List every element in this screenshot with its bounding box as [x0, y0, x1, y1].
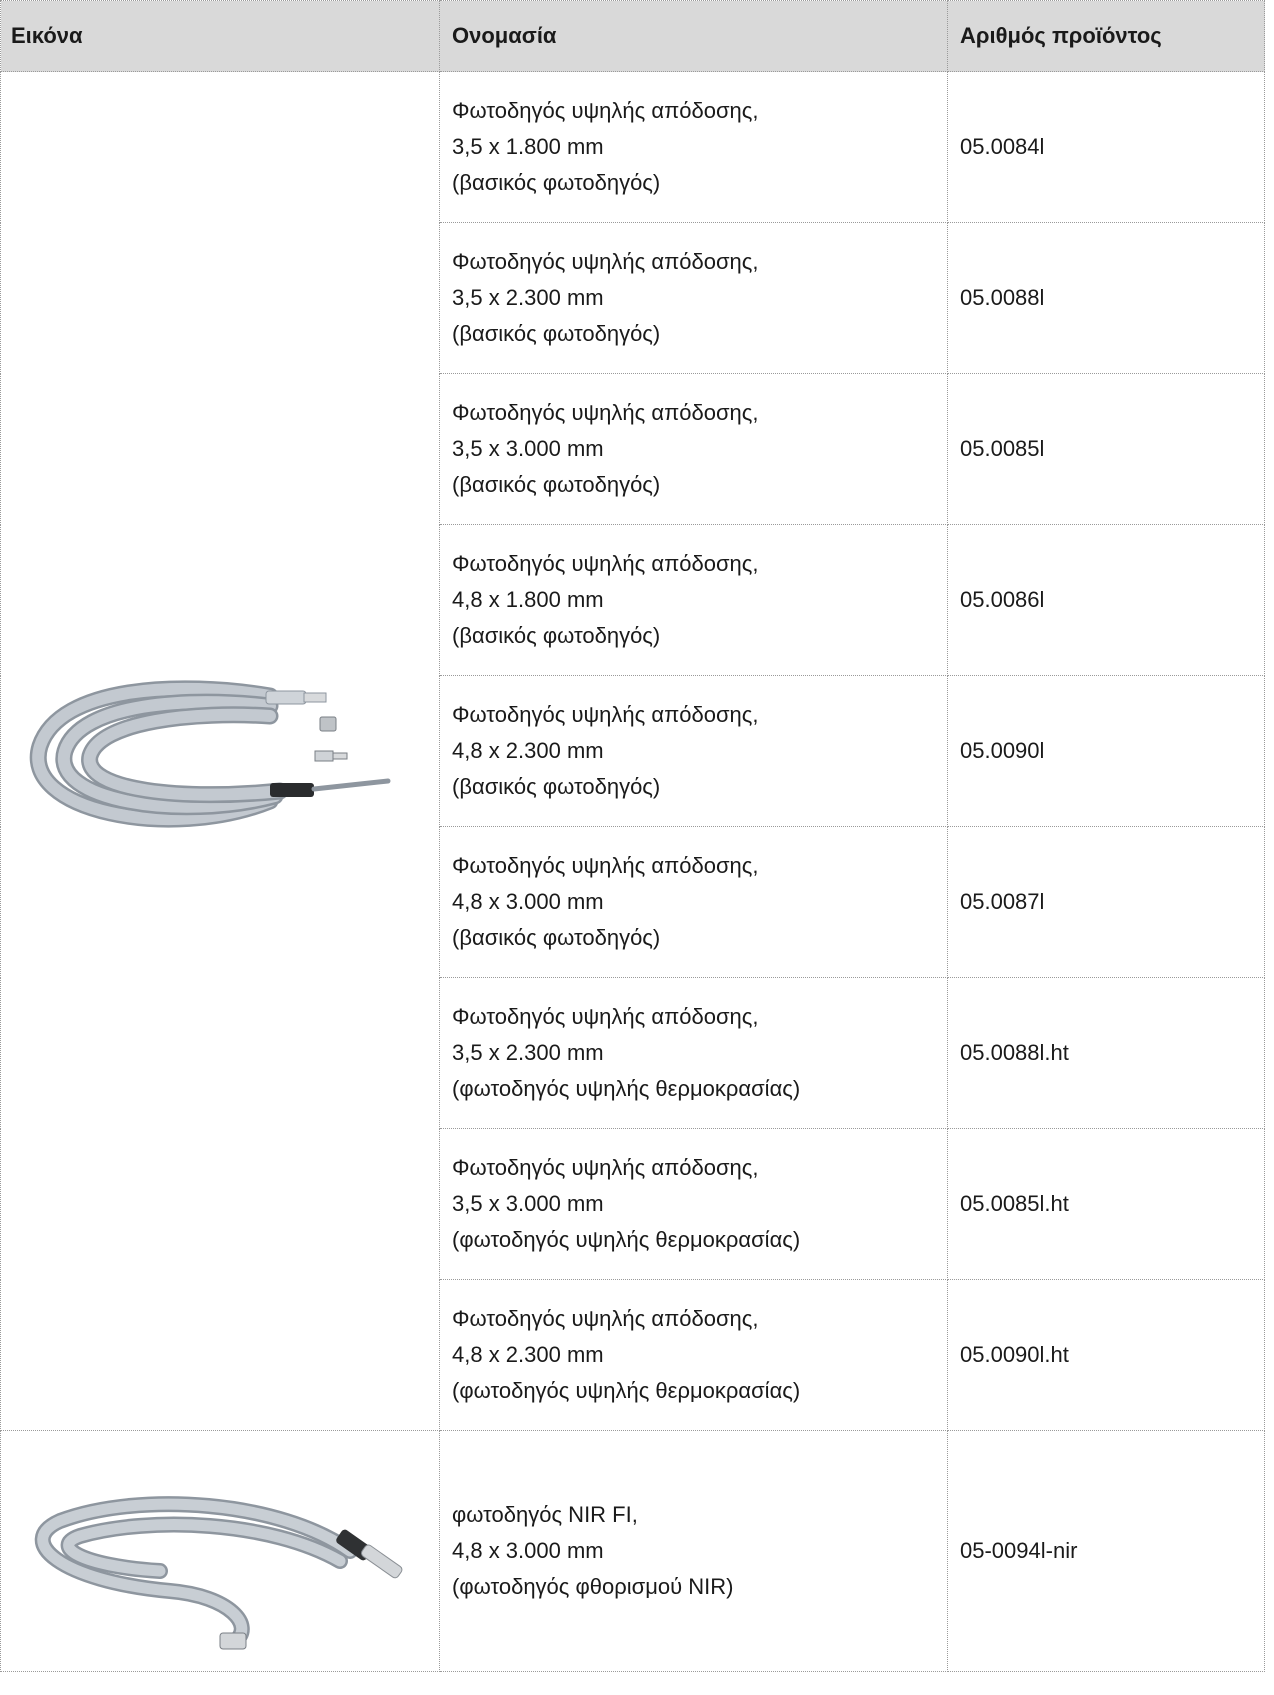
product-number: 05.0090l.ht	[947, 1279, 1265, 1431]
product-name: Φωτοδηγός υψηλής απόδοσης, 4,8 x 1.800 m…	[439, 524, 948, 676]
product-number: 05.0085l	[947, 373, 1265, 525]
product-name: Φωτοδηγός υψηλής απόδοσης, 4,8 x 2.300 m…	[439, 1279, 948, 1431]
light-guide-cable-image	[29, 680, 391, 828]
product-number: 05.0086l	[947, 524, 1265, 676]
nir-light-guide-cable-image	[34, 1496, 403, 1650]
product-number: 05.0088l	[947, 222, 1265, 374]
product-name: Φωτοδηγός υψηλής απόδοσης, 3,5 x 2.300 m…	[439, 977, 948, 1129]
header-image: Εικόνα	[0, 0, 440, 72]
product-name: Φωτοδηγός υψηλής απόδοσης, 4,8 x 2.300 m…	[439, 675, 948, 827]
table-row: φωτοδηγός NIR FI, 4,8 x 3.000 mm (φωτοδη…	[0, 1430, 1265, 1672]
nir-cable-image-cell	[0, 1430, 440, 1672]
light-cable-image-cell	[0, 71, 440, 1431]
table-header-row: Εικόνα Ονομασία Αριθμός προϊόντος	[0, 0, 1265, 72]
product-table: Εικόνα Ονομασία Αριθμός προϊόντος Φωτοδη…	[0, 0, 1265, 1672]
product-name: Φωτοδηγός υψηλής απόδοσης, 3,5 x 3.000 m…	[439, 373, 948, 525]
product-name: Φωτοδηγός υψηλής απόδοσης, 3,5 x 2.300 m…	[439, 222, 948, 374]
table-row: Φωτοδηγός υψηλής απόδοσης, 3,5 x 1.800 m…	[0, 71, 1265, 1431]
product-number: 05.0085l.ht	[947, 1128, 1265, 1280]
product-number: 05.0088l.ht	[947, 977, 1265, 1129]
header-product-number: Αριθμός προϊόντος	[947, 0, 1265, 72]
product-name: Φωτοδηγός υψηλής απόδοσης, 4,8 x 3.000 m…	[439, 826, 948, 978]
product-number: 05.0087l	[947, 826, 1265, 978]
product-name: Φωτοδηγός υψηλής απόδοσης, 3,5 x 1.800 m…	[439, 71, 948, 223]
product-number: 05-0094l-nir	[947, 1430, 1265, 1672]
product-number: 05.0090l	[947, 675, 1265, 827]
product-name: Φωτοδηγός υψηλής απόδοσης, 3,5 x 3.000 m…	[439, 1128, 948, 1280]
product-number: 05.0084l	[947, 71, 1265, 223]
header-name: Ονομασία	[439, 0, 948, 72]
product-name: φωτοδηγός NIR FI, 4,8 x 3.000 mm (φωτοδη…	[439, 1430, 948, 1672]
